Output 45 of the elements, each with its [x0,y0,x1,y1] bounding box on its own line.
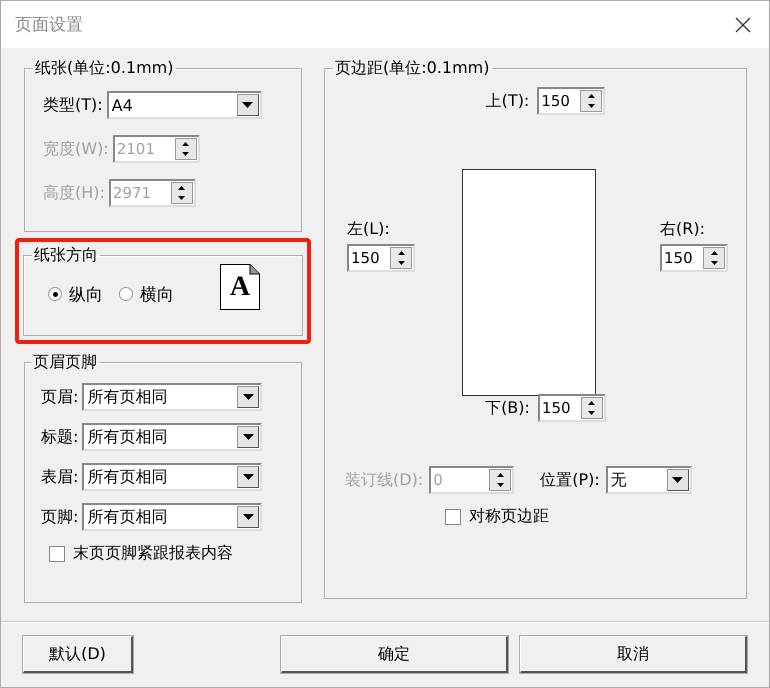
group-title: 页眉页脚 [32,352,98,373]
spin-field[interactable]: 150 [347,244,415,272]
close-icon[interactable] [735,16,751,32]
field-label: 类型(T): [43,94,103,116]
checkbox-option[interactable]: 末页页脚紧跟报表内容 [41,543,301,564]
field-label: 表眉: [41,466,78,488]
dropdown[interactable]: 所有页相同 [82,423,262,451]
field-label: 位置(P): [540,470,600,490]
page-icon: A [220,264,260,310]
dialog-button[interactable]: 取消 [520,636,747,673]
field-label: 左(L): [347,219,391,240]
radio-circle-icon[interactable] [48,287,62,301]
spin-field[interactable]: 150 [538,394,606,422]
field-label: 高度(H): [43,182,105,204]
radio-circle-icon[interactable] [119,287,133,301]
spin-arrows-icon[interactable] [390,247,412,269]
dropdown[interactable]: 所有页相同 [82,383,262,411]
field-label: 右(R): [660,219,706,240]
dialog-button[interactable]: 默认(D) [23,636,133,673]
group-title: 页边距(单位:0.1mm) [334,58,490,79]
checkbox[interactable] [49,546,65,562]
dropdown[interactable]: 无 [606,466,692,494]
spin-arrows-icon[interactable] [580,397,603,419]
dialog-button[interactable]: 确定 [281,636,508,673]
dropdown[interactable]: 所有页相同 [82,503,262,531]
checkbox[interactable] [445,508,461,524]
field-label: 标题: [41,426,78,448]
field-label: 装订线(D): [345,470,424,490]
spin-arrows-icon[interactable] [580,90,602,112]
field-label: 宽度(W): [43,138,109,160]
field-label: 页眉: [41,386,78,408]
dropdown[interactable]: A4 [106,91,262,119]
dropdown[interactable]: 所有页相同 [82,463,262,491]
spin-field[interactable]: 150 [660,244,728,272]
field-label: 页脚: [41,506,78,528]
field-label: 下(B): [485,398,530,418]
radio-option[interactable]: 纵向 [48,282,103,306]
checkbox-option[interactable]: 对称页边距 [445,506,746,527]
spin-field[interactable]: 150 [537,87,606,115]
radio-option[interactable]: 横向 [119,282,174,306]
window-title: 页面设置 [15,14,83,36]
group-title: 纸张(单位:0.1mm) [34,58,174,79]
spin-arrows-icon[interactable] [703,247,725,269]
field-label: 上(T): [486,90,530,112]
group-title: 纸张方向 [33,245,99,266]
